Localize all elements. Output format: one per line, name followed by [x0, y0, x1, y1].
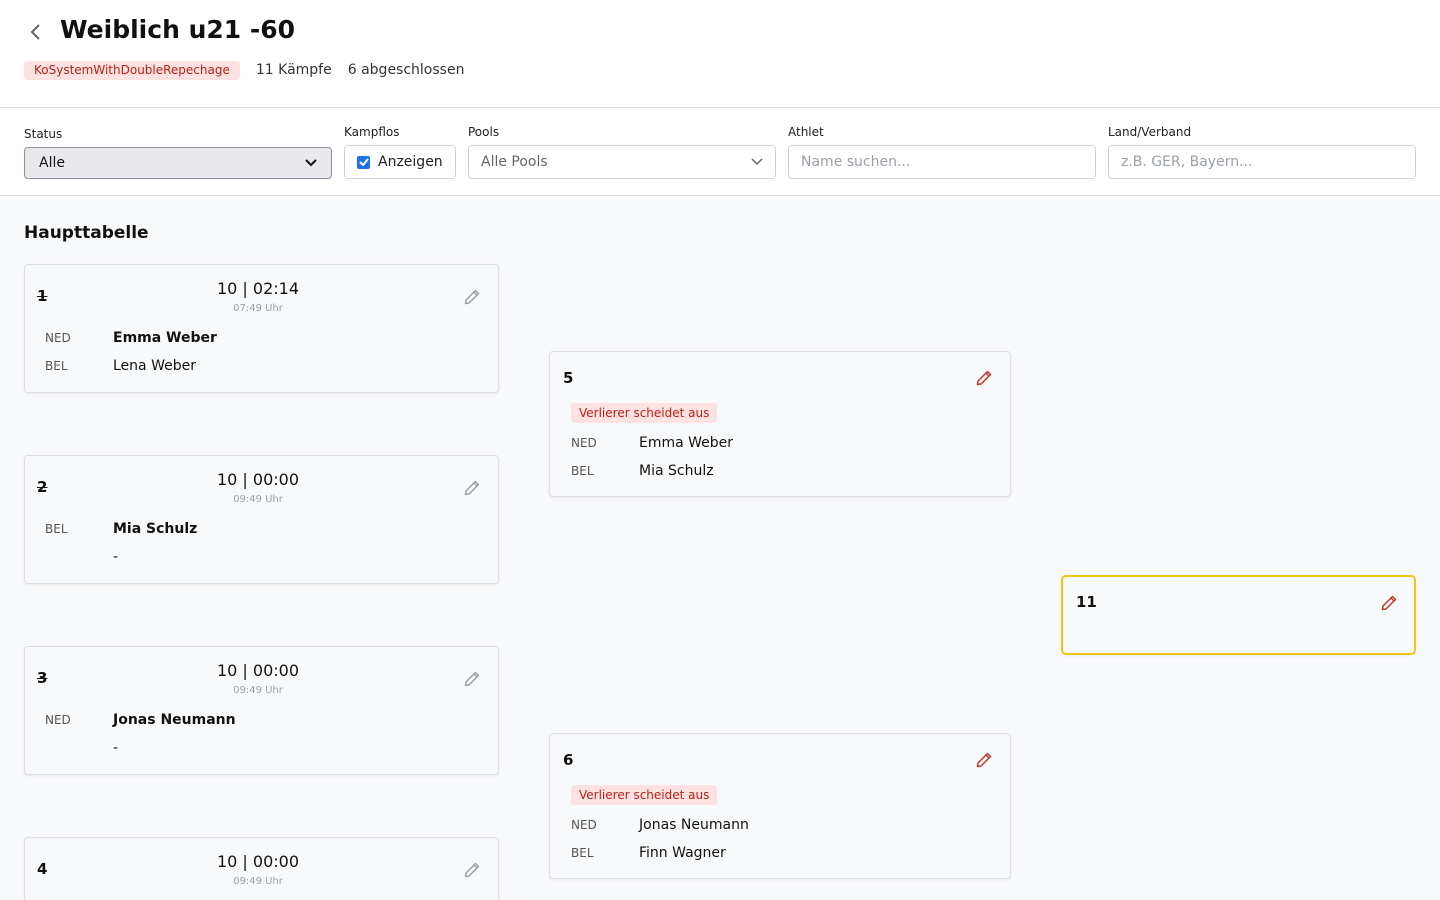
pencil-icon	[1381, 595, 1397, 611]
fighter-name: Finn Wagner	[639, 845, 726, 861]
loser-eliminated-badge: Verlierer scheidet aus	[571, 403, 718, 423]
loser-eliminated-badge: Verlierer scheidet aus	[571, 785, 718, 805]
pencil-icon	[464, 480, 480, 496]
fighter-name: -	[113, 549, 119, 565]
chevron-left-icon	[30, 24, 40, 40]
pencil-icon	[464, 671, 480, 687]
kampflos-checkbox-label: Anzeigen	[378, 154, 443, 170]
fighter-country: NED	[45, 713, 71, 727]
fighter-country: BEL	[571, 464, 594, 478]
kampflos-toggle[interactable]: Anzeigen	[344, 145, 456, 179]
page-header: Weiblich u21 -60 KoSystemWithDoubleRepec…	[0, 0, 1440, 108]
match-clock: 09:49 Uhr	[233, 876, 283, 887]
match-number: 11	[1076, 593, 1097, 611]
pencil-icon	[464, 289, 480, 305]
kampflos-label: Kampflos	[344, 125, 400, 139]
match-clock: 07:49 Uhr	[233, 303, 283, 314]
edit-button[interactable]	[973, 367, 995, 389]
match-card-3[interactable]: 3 10 | 00:00 09:49 Uhr NED Jonas Neumann…	[24, 646, 499, 775]
match-time: 10 | 00:00	[216, 852, 300, 871]
pencil-icon	[976, 370, 992, 386]
edit-button[interactable]	[1378, 592, 1400, 614]
fighter-name: -	[113, 740, 119, 756]
pools-select-value: Alle Pools	[481, 154, 548, 170]
fighter-country: BEL	[45, 359, 68, 373]
fighter-name: Mia Schulz	[113, 521, 198, 537]
match-card-11[interactable]: 11	[1061, 575, 1416, 655]
edit-button[interactable]	[973, 749, 995, 771]
fighter-name: Jonas Neumann	[639, 817, 749, 833]
pencil-icon	[464, 862, 480, 878]
page-title: Weiblich u21 -60	[60, 15, 296, 44]
match-clock: 09:49 Uhr	[233, 685, 283, 696]
fighter-name: Lena Weber	[113, 358, 196, 374]
fighter-country: BEL	[45, 522, 68, 536]
fighter-name: Emma Weber	[639, 435, 734, 451]
section-title: Haupttabelle	[24, 223, 149, 243]
edit-button[interactable]	[461, 286, 483, 308]
chevron-down-icon	[751, 158, 763, 166]
edit-button[interactable]	[461, 668, 483, 690]
fighter-name: Mia Schulz	[639, 463, 714, 479]
meta-row: KoSystemWithDoubleRepechage 11 Kämpfe 6 …	[24, 60, 464, 80]
athlet-label: Athlet	[788, 125, 824, 139]
match-card-4[interactable]: 4 10 | 00:00 09:49 Uhr	[24, 837, 499, 900]
match-time: 10 | 02:14	[216, 279, 300, 298]
status-select-value: Alle	[39, 155, 65, 171]
match-time: 10 | 00:00	[216, 470, 300, 489]
pools-label: Pools	[468, 125, 500, 139]
match-card-6[interactable]: 6 Verlierer scheidet aus NED Jonas Neuma…	[549, 733, 1011, 879]
land-search-input[interactable]	[1108, 145, 1416, 179]
match-number: 6	[563, 751, 574, 769]
edit-button[interactable]	[461, 477, 483, 499]
fights-count: 11 Kämpfe	[255, 62, 332, 78]
fighter-country: NED	[571, 818, 597, 832]
status-label: Status	[24, 127, 63, 141]
pencil-icon	[976, 752, 992, 768]
fighter-country: NED	[571, 436, 597, 450]
fighter-name: Jonas Neumann	[113, 712, 236, 728]
status-select[interactable]: Alle	[24, 147, 332, 179]
check-icon	[358, 158, 369, 166]
match-card-1[interactable]: 1 10 | 02:14 07:49 Uhr NED Emma Weber BE…	[24, 264, 499, 393]
kampflos-checkbox[interactable]	[357, 155, 370, 169]
match-clock: 09:49 Uhr	[233, 494, 283, 505]
completed-count: 6 abgeschlossen	[347, 62, 465, 78]
system-badge: KoSystemWithDoubleRepechage	[24, 60, 240, 80]
athlet-search-input[interactable]	[788, 145, 1096, 179]
edit-button[interactable]	[461, 859, 483, 881]
match-number: 5	[563, 369, 574, 387]
chevron-down-icon	[305, 159, 317, 167]
fighter-country: BEL	[571, 846, 594, 860]
match-card-2[interactable]: 2 10 | 00:00 09:49 Uhr BEL Mia Schulz -	[24, 455, 499, 584]
match-time: 10 | 00:00	[216, 661, 300, 680]
fighter-name: Emma Weber	[113, 330, 217, 346]
back-button[interactable]	[24, 20, 48, 44]
land-label: Land/Verband	[1108, 125, 1192, 139]
pools-select[interactable]: Alle Pools	[468, 145, 776, 179]
match-card-5[interactable]: 5 Verlierer scheidet aus NED Emma Weber …	[549, 351, 1011, 497]
fighter-country: NED	[45, 331, 71, 345]
